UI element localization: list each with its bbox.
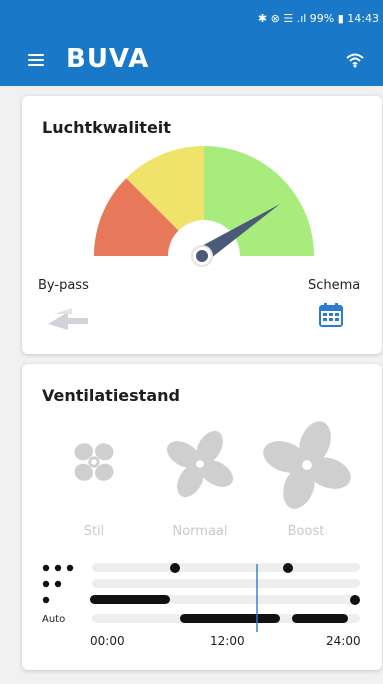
level-dots: [42, 564, 74, 604]
time-label-start: 00:00: [90, 634, 125, 648]
bypass-icon[interactable]: [44, 306, 92, 332]
schedule-label: Schema: [308, 278, 361, 293]
time-label-end: 24:00: [326, 634, 361, 648]
auto-label: Auto: [42, 614, 66, 625]
calendar-icon[interactable]: [318, 302, 344, 328]
air-quality-title: Luchtkwaliteit: [42, 118, 171, 137]
schedule-timeline[interactable]: [22, 364, 382, 670]
time-label-mid: 12:00: [210, 634, 245, 648]
air-quality-gauge: [94, 146, 314, 276]
hamburger-menu-icon[interactable]: [28, 54, 44, 67]
brand-logo: BUVA: [66, 44, 150, 74]
ventilation-card: Ventilatiestand Stil Normaal Boost Auto …: [22, 364, 382, 670]
bypass-label: By-pass: [38, 278, 89, 293]
status-bar: ✱ ⊗ ☰ .ıl 99% ▮ 14:43: [0, 0, 383, 36]
app-bar: BUVA: [0, 36, 383, 86]
wifi-icon[interactable]: [345, 52, 365, 68]
air-quality-card: Luchtkwaliteit By-pass Schema: [22, 96, 382, 354]
status-text: ✱ ⊗ ☰ .ıl 99% ▮ 14:43: [257, 11, 379, 25]
